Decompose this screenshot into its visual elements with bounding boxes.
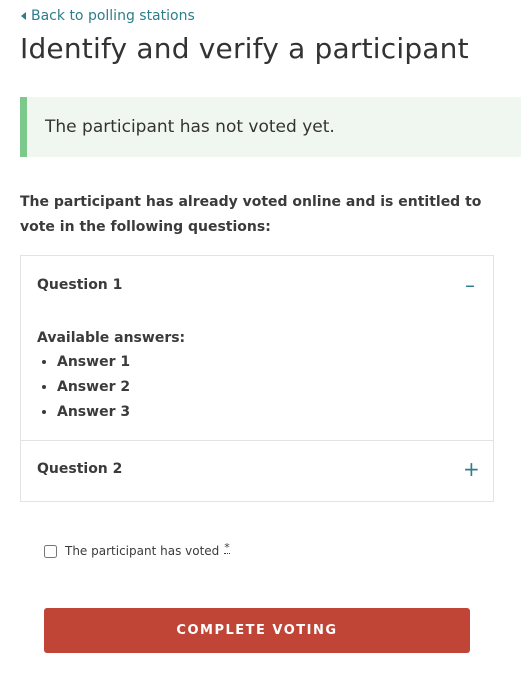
list-item: Answer 2 — [57, 375, 477, 400]
required-marker: * — [224, 540, 230, 554]
participant-voted-checkbox[interactable] — [44, 544, 57, 558]
chevron-left-icon — [21, 12, 26, 20]
voting-status-notice: The participant has not voted yet. — [20, 97, 521, 157]
complete-voting-button[interactable]: COMPLETE VOTING — [44, 608, 470, 653]
question-1-panel: Available answers: Answer 1 Answer 2 Ans… — [21, 314, 493, 440]
page-title: Identify and verify a participant — [20, 32, 469, 65]
question-1-label: Question 1 — [37, 277, 123, 293]
questions-accordion: Question 1 – Available answers: Answer 1… — [20, 255, 494, 502]
participant-voted-label: The participant has voted — [65, 544, 220, 558]
participant-voted-field[interactable]: The participant has voted * — [44, 540, 230, 558]
back-link-label: Back to polling stations — [31, 8, 195, 24]
available-answers-label: Available answers: — [37, 330, 186, 346]
expand-icon[interactable]: + — [463, 457, 480, 481]
accordion-header-question-2[interactable]: Question 2 + — [21, 441, 493, 497]
list-item: Answer 3 — [57, 400, 477, 425]
collapse-icon[interactable]: – — [463, 273, 477, 297]
answers-list: Answer 1 Answer 2 Answer 3 — [37, 350, 477, 425]
list-item: Answer 1 — [57, 350, 477, 375]
accordion-header-question-1[interactable]: Question 1 – — [21, 256, 493, 314]
back-to-polling-stations-link[interactable]: Back to polling stations — [21, 8, 195, 24]
entitlement-intro-text: The participant has already voted online… — [20, 194, 482, 235]
question-2-label: Question 2 — [37, 461, 123, 477]
voting-status-text: The participant has not voted yet. — [45, 117, 335, 137]
